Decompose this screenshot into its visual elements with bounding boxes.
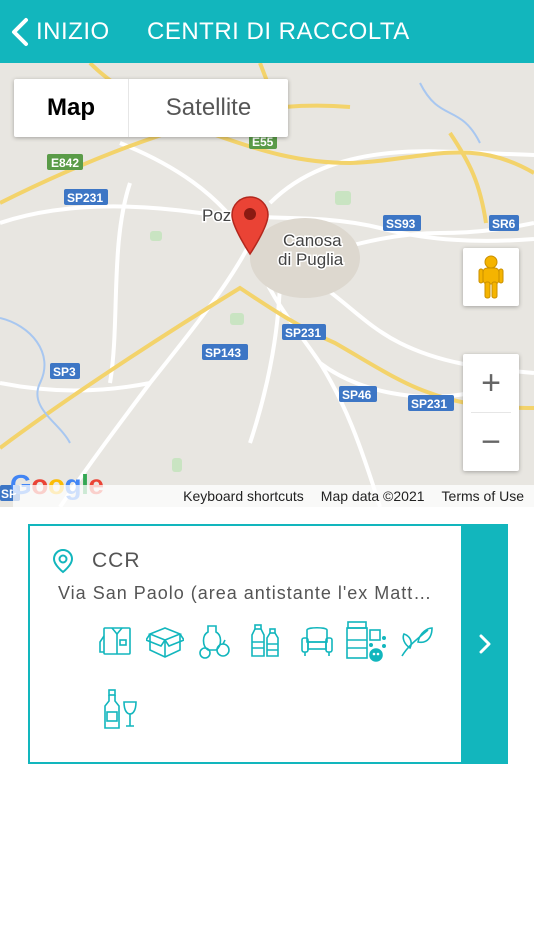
road-label: SP46 xyxy=(342,388,372,402)
green-waste-icon xyxy=(398,622,436,660)
location-pin-icon[interactable] xyxy=(231,196,269,256)
clothes-icon xyxy=(98,622,136,660)
zoom-in-button[interactable]: + xyxy=(463,354,519,412)
hazardous-waste-icon xyxy=(344,618,390,664)
road-label: E842 xyxy=(51,156,79,170)
back-button[interactable]: INIZIO xyxy=(8,0,110,63)
app-header: INIZIO CENTRI DI RACCOLTA xyxy=(0,0,534,63)
card-address: Via San Paolo (area antistante l'ex Matt… xyxy=(58,583,433,603)
card-title-row: CCR xyxy=(52,548,141,574)
plastic-bottles-icon xyxy=(246,622,284,660)
zoom-control: + − xyxy=(463,354,519,471)
collection-center-card[interactable]: CCR Via San Paolo (area antistante l'ex … xyxy=(28,524,508,764)
place-label-canosa: Canosa xyxy=(283,231,342,250)
map-type-control: Map Satellite xyxy=(14,79,288,137)
road-label: SP3 xyxy=(53,365,76,379)
map-data-text: Map data ©2021 xyxy=(320,488,425,504)
place-label-di-puglia: di Puglia xyxy=(278,250,344,269)
keyboard-shortcuts-link[interactable]: Keyboard shortcuts xyxy=(183,488,304,504)
card-title: CCR xyxy=(92,549,141,572)
terms-of-use-link[interactable]: Terms of Use xyxy=(442,488,524,504)
organic-waste-icon xyxy=(196,622,234,660)
chevron-left-icon xyxy=(12,17,28,46)
cardboard-box-icon xyxy=(144,622,186,660)
map-marker-icon xyxy=(52,548,74,574)
map-attribution: Keyboard shortcuts Map data ©2021 Terms … xyxy=(13,485,534,507)
zoom-out-button[interactable]: − xyxy=(463,413,519,471)
road-label: SP231 xyxy=(67,191,103,205)
card-open-button[interactable] xyxy=(461,524,508,764)
place-label-poz: Poz xyxy=(202,206,231,225)
chevron-right-icon xyxy=(479,634,490,654)
map-type-map-button[interactable]: Map xyxy=(14,79,129,137)
map-view[interactable]: E842 E55 SP231 SS93 SR6 SP143 SP231 SP3 … xyxy=(0,63,534,507)
map-type-satellite-button[interactable]: Satellite xyxy=(129,79,288,137)
glass-bottle-icon xyxy=(98,688,140,730)
road-label: SP143 xyxy=(205,346,241,360)
back-label: INIZIO xyxy=(36,17,110,45)
furniture-icon xyxy=(298,622,336,660)
street-view-button[interactable] xyxy=(463,248,519,306)
road-label: SP231 xyxy=(411,397,447,411)
road-label: SR6 xyxy=(492,217,516,231)
road-label: SP231 xyxy=(285,326,321,340)
road-label: SS93 xyxy=(386,217,416,231)
page-title: CENTRI DI RACCOLTA xyxy=(147,17,410,45)
road-label: E55 xyxy=(252,135,274,149)
pegman-icon xyxy=(478,255,504,299)
